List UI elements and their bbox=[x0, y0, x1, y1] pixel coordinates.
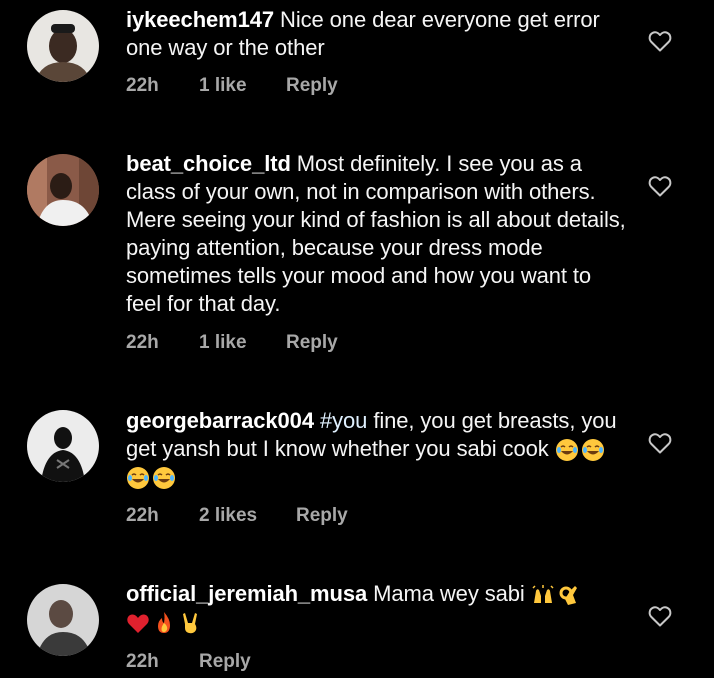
reply-button[interactable]: Reply bbox=[286, 74, 338, 98]
reply-button[interactable]: Reply bbox=[296, 504, 348, 528]
comment-timestamp: 22h bbox=[126, 332, 159, 353]
like-count[interactable]: 1 like bbox=[199, 331, 247, 355]
victory-hand-emoji bbox=[183, 613, 197, 634]
comment-username[interactable]: beat_choice_ltd bbox=[126, 151, 291, 176]
raising-hands-emoji bbox=[532, 585, 554, 604]
comment-username[interactable]: iykeechem147 bbox=[126, 7, 274, 32]
avatar[interactable] bbox=[27, 584, 99, 656]
avatar[interactable] bbox=[27, 10, 99, 82]
comment-text: official_jeremiah_musa Mama wey sabi bbox=[126, 580, 626, 636]
comment-hashtag[interactable]: #you bbox=[320, 408, 367, 433]
joy-emoji bbox=[127, 467, 149, 490]
comment-text: beat_choice_ltd Most definitely. I see y… bbox=[126, 150, 626, 318]
joy-emoji bbox=[153, 467, 175, 490]
heart-icon[interactable] bbox=[648, 175, 672, 197]
comment-timestamp: 22h bbox=[126, 75, 159, 96]
like-count[interactable]: 1 like bbox=[199, 74, 247, 98]
heart-icon[interactable] bbox=[648, 30, 672, 52]
joy-emoji bbox=[581, 439, 604, 462]
avatar[interactable] bbox=[27, 410, 99, 482]
reply-button[interactable]: Reply bbox=[286, 331, 338, 355]
joy-emoji bbox=[555, 439, 578, 462]
comment-username[interactable]: official_jeremiah_musa bbox=[126, 581, 367, 606]
ok-hand-emoji bbox=[559, 586, 577, 606]
comment-text: georgebarrack004 #you fine, you get brea… bbox=[126, 407, 626, 491]
heart-icon[interactable] bbox=[648, 432, 672, 454]
reply-button[interactable]: Reply bbox=[199, 650, 251, 674]
avatar[interactable] bbox=[27, 154, 99, 226]
like-count[interactable]: 2 likes bbox=[199, 504, 257, 528]
red-heart-emoji bbox=[127, 614, 149, 634]
comment-text: iykeechem147 Nice one dear everyone get … bbox=[126, 6, 626, 62]
fire-emoji bbox=[158, 612, 170, 634]
heart-icon[interactable] bbox=[648, 605, 672, 627]
comment-username[interactable]: georgebarrack004 bbox=[126, 408, 314, 433]
comment-body: Mama wey sabi bbox=[373, 581, 525, 606]
comment-timestamp: 22h bbox=[126, 651, 159, 672]
comment-timestamp: 22h bbox=[126, 505, 159, 526]
